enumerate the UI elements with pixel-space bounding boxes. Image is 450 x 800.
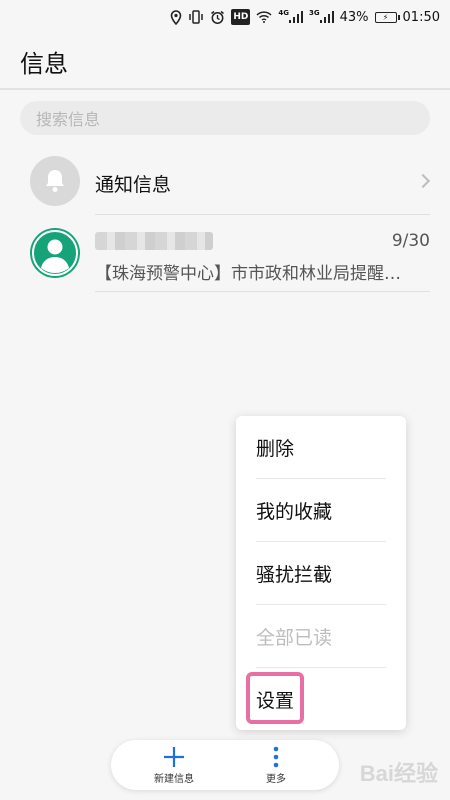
settings-highlight-box xyxy=(246,672,304,724)
contact-avatar xyxy=(30,228,80,278)
menu-item-mark-all-read: 全部已读 xyxy=(256,626,333,649)
page-title: 信息 xyxy=(20,50,68,78)
notification-row[interactable]: 通知信息 xyxy=(0,150,450,214)
message-preview: 【珠海预警中心】市市政和林业局提醒… xyxy=(95,264,401,284)
notification-title: 通知信息 xyxy=(95,174,172,196)
row-divider xyxy=(95,291,430,292)
location-icon xyxy=(170,9,182,25)
watermark: Bai经验 xyxy=(359,761,438,786)
menu-item-spam-block[interactable]: 骚扰拦截 xyxy=(256,542,386,604)
row-divider xyxy=(95,214,430,215)
network-4g-label: 4G xyxy=(278,9,289,17)
menu-item-delete[interactable]: 删除 xyxy=(256,416,386,478)
search-input[interactable]: 搜索信息 xyxy=(20,101,430,135)
network-3g-label: 3G xyxy=(309,9,320,17)
hd-badge: HD xyxy=(231,9,251,25)
message-row[interactable]: 9/30 【珠海预警中心】市市政和林业局提醒… xyxy=(0,216,450,292)
bell-avatar xyxy=(30,156,80,206)
menu-item-favorites[interactable]: 我的收藏 xyxy=(256,479,386,541)
battery-charging-icon: ⚡ xyxy=(374,11,400,23)
alarm-icon xyxy=(210,9,225,25)
status-bar: HD 4G 3G 43% ⚡ 01:50 xyxy=(0,0,450,34)
vibrate-icon xyxy=(188,9,204,25)
signal-3g-icon: 3G xyxy=(309,9,334,25)
signal-4g-icon: 4G xyxy=(278,9,303,25)
more-vertical-icon xyxy=(273,746,279,767)
new-message-label: 新建信息 xyxy=(154,773,194,785)
bottom-action-bar: 新建信息 更多 xyxy=(111,740,339,790)
plus-icon xyxy=(164,746,184,767)
bell-icon xyxy=(46,170,64,192)
person-icon xyxy=(32,230,78,276)
new-message-button[interactable]: 新建信息 xyxy=(129,740,219,790)
more-label: 更多 xyxy=(266,773,286,785)
chevron-right-icon xyxy=(415,173,431,189)
wifi-icon xyxy=(256,9,272,25)
more-button[interactable]: 更多 xyxy=(231,740,321,790)
clock: 01:50 xyxy=(402,9,440,25)
message-date: 9/30 xyxy=(391,231,430,251)
contact-name-blurred xyxy=(95,232,213,250)
header-divider xyxy=(0,88,450,90)
battery-percent: 43% xyxy=(339,9,369,25)
